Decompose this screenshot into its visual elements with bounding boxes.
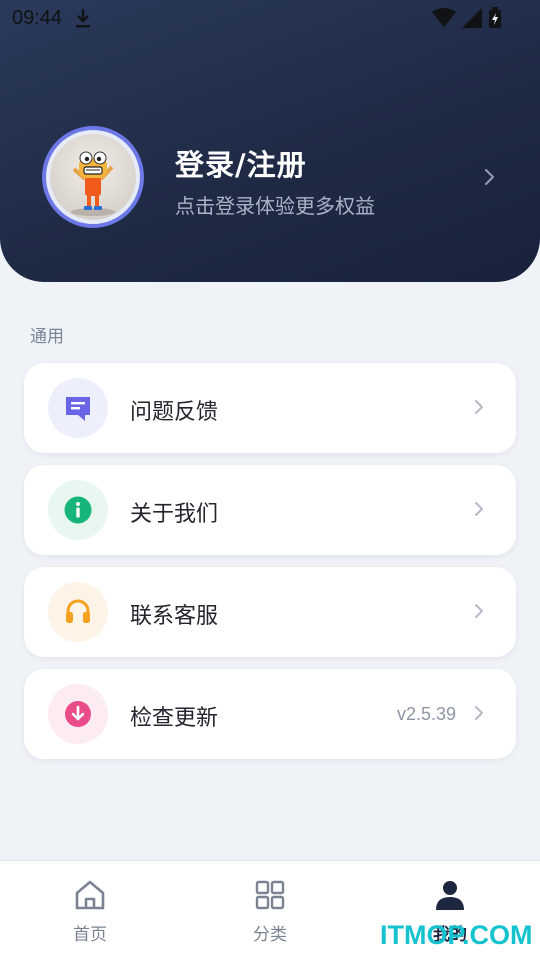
- chevron-right-icon[interactable]: [480, 166, 498, 188]
- chevron-right-icon: [475, 502, 483, 516]
- info-icon-bg: [48, 480, 108, 540]
- tab-label: 首页: [73, 925, 107, 945]
- tab-home[interactable]: 首页: [0, 861, 180, 960]
- menu-item-label: 联系客服: [130, 604, 219, 629]
- status-time: 09:44: [12, 7, 63, 29]
- section-label: 通用: [30, 327, 64, 347]
- battery-icon: [489, 7, 501, 28]
- tab-category[interactable]: 分类: [180, 861, 360, 960]
- headset-icon: [66, 599, 90, 623]
- menu-item-customer-service[interactable]: 联系客服: [24, 567, 516, 657]
- profile-screen: 09:44 登录/注册 点击登录体验更多权益 通用 问题反馈 关于我们 联系客服…: [0, 0, 540, 960]
- chevron-right-icon: [475, 706, 483, 720]
- info-icon: [64, 496, 92, 524]
- watermark: ITMOP.COM: [380, 920, 533, 950]
- download-icon: [76, 9, 90, 28]
- wifi-icon: [432, 8, 456, 27]
- login-subtitle: 点击登录体验更多权益: [175, 194, 375, 218]
- signal-icon: [462, 8, 482, 28]
- chevron-right-icon: [475, 400, 483, 414]
- menu-item-label: 检查更新: [130, 706, 219, 731]
- menu-item-feedback[interactable]: 问题反馈: [24, 363, 516, 453]
- menu-item-label: 问题反馈: [130, 400, 219, 425]
- tab-label: 分类: [253, 925, 287, 945]
- version-value: v2.5.39: [396, 704, 456, 724]
- grid-icon: [255, 880, 285, 910]
- menu-item-label: 关于我们: [130, 502, 219, 527]
- avatar-image: [50, 134, 136, 220]
- menu-item-about[interactable]: 关于我们: [24, 465, 516, 555]
- avatar-illustration: [71, 151, 115, 216]
- status-bar: 09:44: [0, 0, 540, 36]
- avatar[interactable]: [42, 126, 144, 228]
- menu-item-check-update[interactable]: 检查更新 v2.5.39: [24, 669, 516, 759]
- feedback-icon-bg: [48, 378, 108, 438]
- home-icon: [75, 880, 105, 910]
- user-icon: [436, 881, 464, 910]
- profile-header: 09:44 登录/注册 点击登录体验更多权益: [0, 0, 540, 282]
- chevron-right-icon: [475, 604, 483, 618]
- headset-icon-bg: [48, 582, 108, 642]
- download-circle-icon-bg: [48, 684, 108, 744]
- status-icons: [432, 8, 482, 28]
- login-title[interactable]: 登录/注册: [175, 142, 307, 184]
- feedback-icon: [66, 397, 90, 421]
- download-circle-icon: [65, 701, 91, 727]
